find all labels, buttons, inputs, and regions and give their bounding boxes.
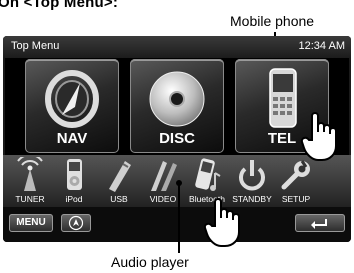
antenna-icon bbox=[17, 157, 43, 191]
intro-text: On <Top Menu>: bbox=[0, 0, 119, 11]
tuner-button[interactable]: TUNER bbox=[9, 157, 51, 205]
nav-icon bbox=[45, 70, 99, 128]
clock: 12:34 AM bbox=[298, 40, 345, 52]
setup-label: SETUP bbox=[281, 194, 311, 204]
standby-icon bbox=[239, 160, 265, 191]
compass-button[interactable] bbox=[61, 214, 91, 232]
usb-icon bbox=[109, 161, 131, 192]
ipod-button[interactable]: iPod bbox=[53, 157, 95, 205]
setup-icon bbox=[281, 160, 310, 190]
mobile-phone-callout: Mobile phone bbox=[230, 13, 315, 29]
screen-title: Top Menu bbox=[11, 40, 60, 52]
usb-button[interactable]: USB bbox=[98, 157, 140, 205]
disc-label: DISC bbox=[159, 130, 195, 147]
disc-icon bbox=[149, 71, 205, 127]
compass-icon bbox=[68, 215, 84, 231]
audio-player-leader bbox=[178, 183, 180, 253]
touch-hand-icon bbox=[300, 112, 337, 161]
video-icon bbox=[151, 161, 177, 191]
menu-button[interactable]: MENU bbox=[9, 214, 53, 232]
screen: Top Menu 12:34 AM NAV DISC TEL TUNER iPo… bbox=[3, 36, 351, 242]
nav-button[interactable]: NAV bbox=[25, 59, 119, 153]
nav-label: NAV bbox=[56, 130, 88, 147]
back-icon bbox=[311, 219, 327, 229]
setup-button[interactable]: SETUP bbox=[275, 157, 317, 205]
disc-button[interactable]: DISC bbox=[130, 59, 224, 153]
back-button[interactable] bbox=[295, 214, 345, 232]
audio-player-callout: Audio player bbox=[111, 254, 189, 270]
ipod-icon bbox=[67, 159, 82, 190]
audio-player-icon bbox=[195, 158, 221, 191]
touch-hand-icon bbox=[203, 198, 240, 247]
